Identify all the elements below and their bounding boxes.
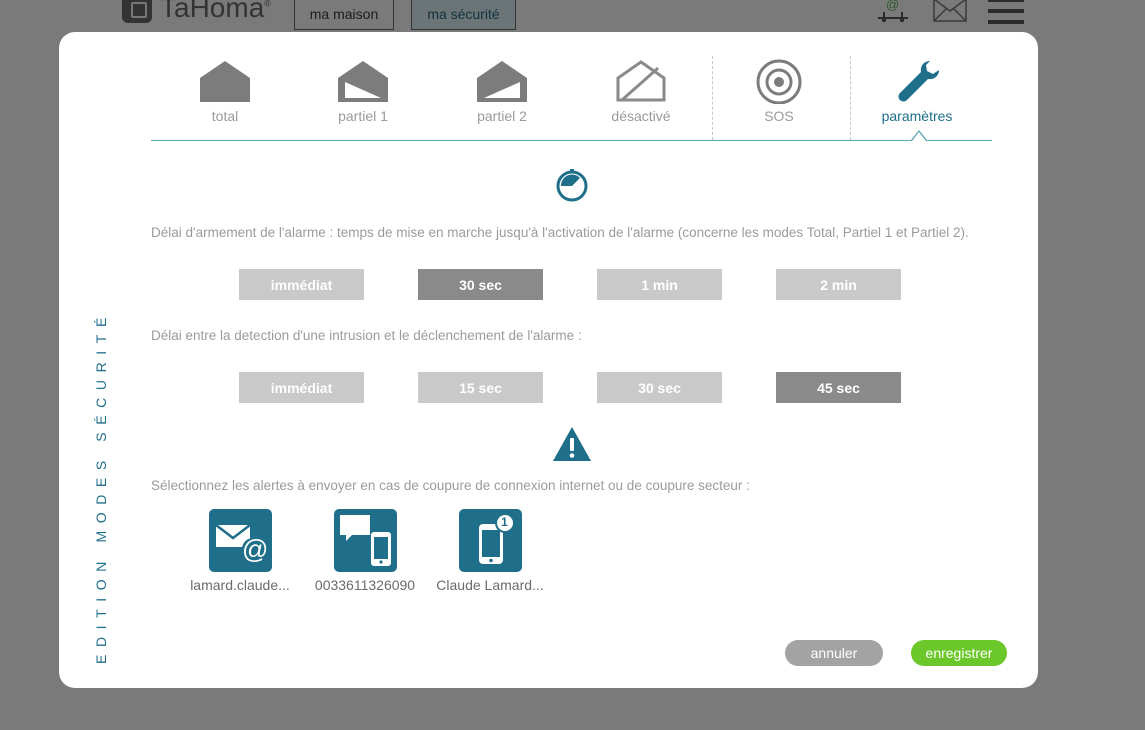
email-at-icon: @ xyxy=(214,524,268,564)
wrench-icon xyxy=(898,61,939,102)
security-modes-modal: EDITION MODES SÉCURITÉ total partiel 1 p… xyxy=(59,32,1038,688)
tahoma-logo-icon xyxy=(122,0,152,23)
sms-phone-icon xyxy=(339,515,391,566)
intrusion-option-15-sec[interactable]: 15 sec xyxy=(418,372,543,403)
alert-caption: Claude Lamard... xyxy=(436,577,544,593)
push-notification-icon xyxy=(478,513,515,564)
cancel-button[interactable]: annuler xyxy=(785,640,883,666)
alerts-description: Sélectionnez les alertes à envoyer en ca… xyxy=(151,478,750,493)
sos-target-icon xyxy=(756,59,802,104)
intrusion-option-30-sec[interactable]: 30 sec xyxy=(597,372,722,403)
arming-delay-description: Délai d'armement de l'alarme : temps de … xyxy=(151,225,969,240)
arming-option-2-min[interactable]: 2 min xyxy=(776,269,901,300)
alert-email[interactable]: @ lamard.claude... xyxy=(180,509,300,593)
notification-badge: 1 xyxy=(501,515,508,529)
mode-partiel-1[interactable]: partiel 1 xyxy=(303,54,423,140)
svg-text:@: @ xyxy=(886,0,899,12)
vertical-title: EDITION MODES SÉCURITÉ xyxy=(93,310,109,664)
mode-separator xyxy=(712,56,713,140)
intrusion-delay-description: Délai entre la detection d'une intrusion… xyxy=(151,328,582,343)
house-full-icon xyxy=(200,61,250,102)
mode-sos[interactable]: SOS xyxy=(719,54,839,140)
tahoma-logo[interactable]: TaHoma® xyxy=(122,0,271,24)
mode-tabs: total partiel 1 partiel 2 désactivé SOS … xyxy=(151,54,992,141)
menu-icon[interactable] xyxy=(988,0,1024,24)
mode-label: total xyxy=(211,108,239,124)
at-network-icon[interactable]: @ xyxy=(876,0,910,24)
intrusion-option-45-sec[interactable]: 45 sec xyxy=(776,372,901,403)
mode-label: partiel 1 xyxy=(338,108,388,124)
warning-icon xyxy=(553,427,591,461)
house-partial-2-icon xyxy=(477,61,527,102)
mode-partiel-2[interactable]: partiel 2 xyxy=(442,54,562,140)
mode-label: paramètres xyxy=(881,108,953,124)
intrusion-option-immediat[interactable]: immédiat xyxy=(239,372,364,403)
app-header: TaHoma® ma maison ma sécurité @ xyxy=(0,0,1145,32)
mode-separator xyxy=(850,56,851,140)
arming-option-30-sec[interactable]: 30 sec xyxy=(418,269,543,300)
alert-caption: 0033611326090 xyxy=(314,577,416,593)
save-button[interactable]: enregistrer xyxy=(911,640,1007,666)
mode-label: SOS xyxy=(764,108,794,124)
logo-mark: ® xyxy=(264,0,271,9)
house-off-icon xyxy=(616,60,666,102)
mode-label: partiel 2 xyxy=(477,108,527,124)
tab-ma-securite[interactable]: ma sécurité xyxy=(411,0,516,30)
timer-icon xyxy=(556,169,588,202)
mode-total[interactable]: total xyxy=(165,54,285,140)
svg-text:@: @ xyxy=(242,534,268,564)
tab-ma-maison[interactable]: ma maison xyxy=(294,0,394,30)
mode-parametres[interactable]: paramètres xyxy=(857,54,977,140)
alert-sms[interactable]: 0033611326090 xyxy=(305,509,425,593)
alert-push-notification[interactable]: 1 Claude Lamard... xyxy=(430,509,550,593)
mail-icon[interactable] xyxy=(933,0,967,22)
arming-option-immediat[interactable]: immédiat xyxy=(239,269,364,300)
house-partial-1-icon xyxy=(338,61,388,102)
alert-caption: lamard.claude... xyxy=(190,577,290,593)
logo-text: TaHoma xyxy=(160,0,265,23)
mode-label: désactivé xyxy=(611,108,671,124)
mode-desactive[interactable]: désactivé xyxy=(581,54,701,140)
arming-option-1-min[interactable]: 1 min xyxy=(597,269,722,300)
